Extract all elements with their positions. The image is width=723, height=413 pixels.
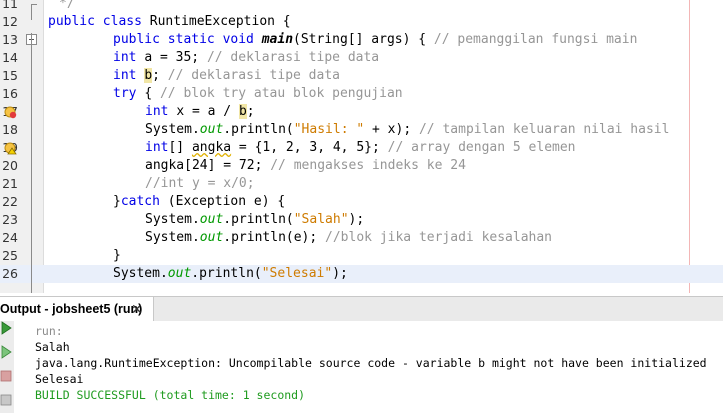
output-line: BUILD SUCCESSFUL (total time: 1 second) — [35, 388, 306, 402]
line-number: 21 — [2, 176, 18, 191]
rerun-icon[interactable] — [0, 321, 12, 335]
line-number: 15 — [2, 68, 18, 83]
code-line[interactable]: 18 System.out.println("Hasil: " + x); // … — [0, 121, 723, 139]
code-line[interactable]: 21 //int y = x/0; — [0, 175, 723, 193]
settings-icon[interactable] — [0, 393, 12, 407]
code-text: //int y = x/0; — [145, 176, 255, 191]
code-text: public static void main(String[] args) {… — [113, 32, 638, 47]
line-number: 14 — [2, 50, 18, 65]
output-line: run: — [35, 324, 63, 338]
code-text: int x = a / b; — [145, 104, 255, 119]
code-text: int b; // deklarasi tipe data — [113, 68, 340, 83]
code-line[interactable]: 22 }catch (Exception e) { — [0, 193, 723, 211]
output-tab-label: Output - jobsheet5 (run) — [0, 302, 143, 316]
code-line[interactable]: 12 public class RuntimeException { — [0, 13, 723, 31]
code-text: int a = 35; // deklarasi tipe data — [113, 50, 380, 65]
code-line[interactable]: 14 int a = 35; // deklarasi tipe data — [0, 49, 723, 67]
code-line[interactable]: 20 angka[24] = 72; // mengakses indeks ke… — [0, 157, 723, 175]
code-editor[interactable]: 11 */ 12 public class RuntimeException { 13 p… — [0, 0, 723, 293]
line-number: 11 — [2, 0, 18, 11]
code-line[interactable]: 26 System.out.println("Selesai"); — [0, 265, 723, 283]
output-panel[interactable]: run: Salah java.lang.RuntimeException: Unc… — [0, 321, 723, 413]
code-line[interactable]: 23 System.out.println("Salah"); — [0, 211, 723, 229]
code-line[interactable]: 24 System.out.println(e); //blok jika ter… — [0, 229, 723, 247]
code-text: System.out.println(e); //blok jika terja… — [145, 230, 553, 245]
line-number: 18 — [2, 122, 18, 137]
fold-guide — [31, 33, 32, 293]
line-number: 24 — [2, 230, 18, 245]
code-text: */ — [59, 0, 75, 11]
output-line: Salah — [35, 340, 70, 354]
code-text: System.out.println("Hasil: " + x); // ta… — [145, 122, 670, 137]
code-text: try { // blok try atau blok pengujian — [113, 86, 403, 101]
code-line[interactable]: 17int x = a / b; — [0, 103, 723, 121]
line-number: 20 — [2, 158, 18, 173]
output-toolbar — [0, 321, 14, 413]
code-text: System.out.println("Salah"); — [145, 212, 365, 227]
code-line[interactable]: 11 */ — [0, 0, 723, 13]
warning-marker-icon[interactable] — [3, 141, 17, 155]
line-number: 13 — [2, 32, 18, 47]
code-text: int[] angka = {1, 2, 3, 4, 5}; // array … — [145, 140, 576, 155]
code-line[interactable]: 19int[] angka = {1, 2, 3, 4, 5}; // arra… — [0, 139, 723, 157]
line-number: 22 — [2, 194, 18, 209]
output-line: java.lang.RuntimeException: Uncompilable… — [35, 356, 707, 370]
line-number: 25 — [2, 248, 18, 263]
code-line[interactable]: 25} — [0, 247, 723, 265]
output-tabbar: Output - jobsheet5 (run) ✕ — [0, 296, 723, 322]
code-text: } — [113, 248, 121, 263]
error-marker-icon[interactable] — [3, 105, 17, 119]
stop-icon[interactable] — [0, 369, 12, 383]
code-line[interactable]: 15 int b; // deklarasi tipe data — [0, 67, 723, 85]
fold-guide — [31, 4, 37, 5]
code-text: }catch (Exception e) { — [113, 194, 286, 209]
code-line[interactable]: 16 try { // blok try atau blok pengujian — [0, 85, 723, 103]
line-number: 12 — [2, 14, 18, 29]
code-text: angka[24] = 72; // mengakses indeks ke 2… — [145, 158, 466, 173]
output-tab[interactable]: Output - jobsheet5 (run) ✕ — [0, 297, 154, 321]
line-number: 16 — [2, 86, 18, 101]
code-text: public class RuntimeException { — [48, 14, 291, 29]
output-line: Selesai — [35, 372, 84, 386]
code-text: System.out.println("Selesai"); — [113, 266, 348, 281]
rerun-with-params-icon[interactable] — [0, 345, 12, 359]
close-icon[interactable]: ✕ — [131, 297, 143, 321]
line-number: 23 — [2, 212, 18, 227]
fold-guide — [31, 4, 32, 20]
line-number: 26 — [2, 266, 18, 281]
code-line[interactable]: 13 public static void main(String[] args)… — [0, 31, 723, 49]
